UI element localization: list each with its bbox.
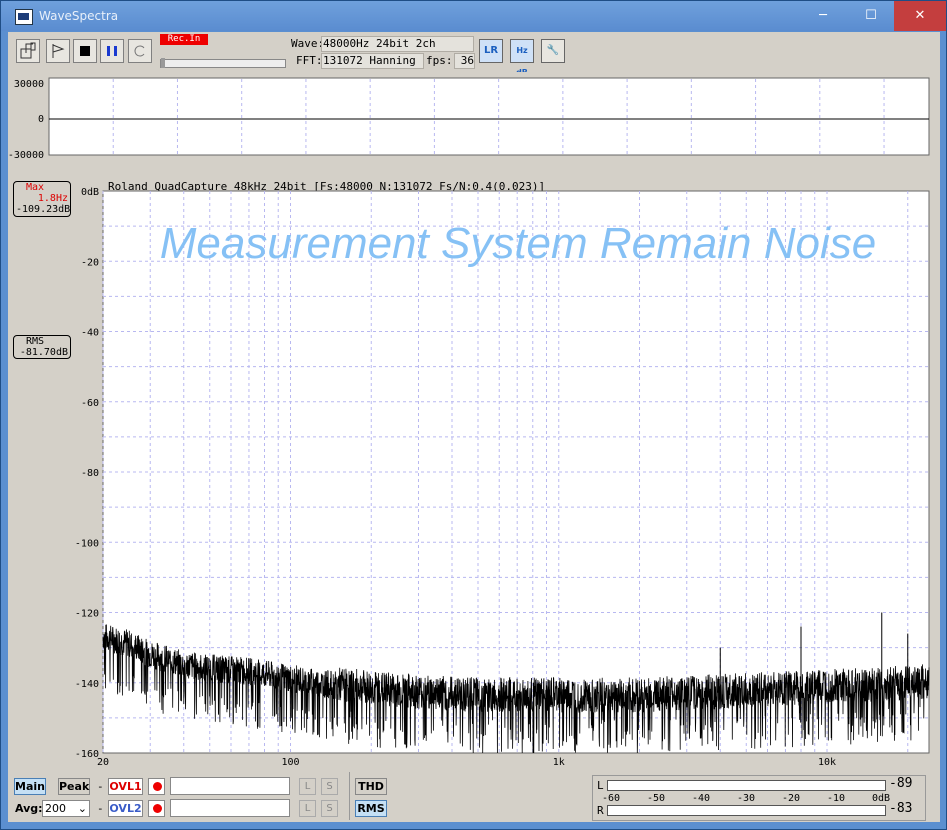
window-title: WaveSpectra bbox=[39, 9, 119, 23]
meter-scale: -60 -50 -40 -30 -20 -10 0dB bbox=[602, 793, 890, 804]
spectrum-y-tick: -100 bbox=[75, 538, 99, 549]
lr-channel-button[interactable]: LR bbox=[479, 39, 503, 63]
fps-label: fps: bbox=[426, 54, 453, 67]
record-button[interactable] bbox=[128, 39, 152, 63]
ovl1-indicator[interactable]: OVL1 bbox=[108, 778, 143, 795]
stop-icon bbox=[80, 46, 90, 56]
spectrum-x-tick: 20 bbox=[97, 757, 109, 768]
fft-label: FFT: bbox=[296, 54, 323, 67]
meter-r-value: -83 bbox=[889, 801, 913, 816]
spectrum-x-tick: 100 bbox=[281, 757, 299, 768]
pause-button[interactable] bbox=[100, 39, 124, 63]
spectrum-y-tick: -140 bbox=[75, 679, 99, 690]
open-file-icon bbox=[20, 42, 36, 59]
input-level-slider[interactable] bbox=[160, 58, 286, 68]
rec-in-indicator: Rec.In bbox=[160, 34, 208, 45]
spectrum-y-tick: -20 bbox=[81, 257, 99, 268]
close-button[interactable]: ✕ bbox=[894, 1, 946, 31]
slider-thumb[interactable] bbox=[161, 58, 165, 68]
waveform-x-tick: 120 bbox=[811, 161, 829, 162]
spectrum-x-tick: 1k bbox=[553, 757, 565, 768]
bottom-controls: Main Peak - OVL1 L S Avg: 200 ⌄ - OVL2 L … bbox=[8, 770, 940, 822]
waveform-x-unit: ms bbox=[756, 161, 768, 162]
meter-scale-tick: -60 bbox=[602, 793, 620, 804]
app-window: WaveSpectra ─ ☐ ✕ Rec.In Wave: 48000Hz 2… bbox=[0, 0, 947, 830]
wave-label: Wave: bbox=[291, 37, 325, 50]
meter-scale-tick: -50 bbox=[647, 793, 665, 804]
waveform-x-tick: 40 bbox=[300, 161, 312, 162]
dash-separator: - bbox=[97, 780, 104, 793]
app-icon[interactable] bbox=[15, 9, 33, 25]
meter-r-label: R bbox=[597, 804, 604, 817]
avg-label: Avg: bbox=[15, 802, 43, 815]
settings-button[interactable]: 🔧 bbox=[541, 39, 565, 63]
record-dot-2-icon[interactable] bbox=[148, 800, 165, 817]
comment-field-2[interactable] bbox=[170, 799, 290, 817]
waveform-x-tick: 60 bbox=[428, 161, 440, 162]
spectrum-y-tick: -60 bbox=[81, 398, 99, 409]
lr-icon: LR bbox=[483, 45, 499, 56]
stop-button[interactable] bbox=[73, 39, 97, 63]
wave-format-field: 48000Hz 24bit 2ch bbox=[321, 36, 474, 52]
waveform-y-tick: -30000 bbox=[8, 150, 44, 161]
minimize-button[interactable]: ─ bbox=[800, 1, 846, 31]
play-button[interactable] bbox=[46, 39, 70, 63]
divider bbox=[349, 772, 350, 820]
waveform-plot-area[interactable] bbox=[48, 77, 930, 156]
spectrum-y-tick: -120 bbox=[75, 609, 99, 620]
meter-scale-tick: -20 bbox=[782, 793, 800, 804]
waveform-y-tick: 30000 bbox=[14, 79, 44, 90]
s-button-2[interactable]: S bbox=[321, 800, 338, 817]
pause-icon bbox=[107, 46, 117, 56]
meter-scale-tick: -30 bbox=[737, 793, 755, 804]
loop-icon bbox=[134, 45, 145, 57]
l-button-1[interactable]: L bbox=[299, 778, 316, 795]
fps-value: 36 bbox=[454, 53, 475, 69]
dash-separator: - bbox=[97, 802, 104, 815]
open-file-button[interactable] bbox=[16, 39, 40, 63]
spectrum-y-tick: -40 bbox=[81, 328, 99, 339]
maximize-button[interactable]: ☐ bbox=[848, 1, 894, 31]
ovl2-indicator[interactable]: OVL2 bbox=[108, 800, 143, 817]
thd-button[interactable]: THD bbox=[355, 778, 387, 795]
waveform-panel: 30000 0 -30000 20 40 60 80 100 120 ms bbox=[8, 72, 940, 162]
comment-field-1[interactable] bbox=[170, 777, 290, 795]
rms-button[interactable]: RMS bbox=[355, 800, 387, 817]
avg-select[interactable]: 200 ⌄ bbox=[42, 800, 90, 817]
wrench-icon: 🔧 bbox=[546, 45, 560, 56]
meter-scale-tick: 0dB bbox=[872, 793, 890, 804]
main-button[interactable]: Main bbox=[14, 778, 46, 795]
s-button-1[interactable]: S bbox=[321, 778, 338, 795]
spectrum-chart[interactable]: 0dB -20 -40 -60 -80 -100 -120 -140 -160 20 100 1k 1… bbox=[8, 178, 940, 770]
record-dot-1-icon[interactable] bbox=[148, 778, 165, 795]
spectrum-x-tick: 10k bbox=[818, 757, 836, 768]
hz-db-button[interactable]: Hz dB bbox=[510, 39, 534, 77]
meter-l-value: -89 bbox=[889, 776, 913, 791]
title-bar[interactable]: WaveSpectra ─ ☐ ✕ bbox=[1, 1, 946, 31]
meter-scale-tick: -10 bbox=[827, 793, 845, 804]
spectrum-y-tick: 0dB bbox=[81, 187, 99, 198]
spectrum-y-tick: -80 bbox=[81, 468, 99, 479]
spectrum-y-tick: -160 bbox=[75, 749, 99, 760]
client-area: Rec.In Wave: 48000Hz 24bit 2ch FFT: 1310… bbox=[8, 32, 940, 822]
meter-r-bar bbox=[607, 805, 886, 816]
level-meter: L -89 -60 -50 -40 -30 -20 -10 0dB R -83 bbox=[592, 775, 926, 821]
peak-button[interactable]: Peak bbox=[58, 778, 90, 795]
waveform-y-tick: 0 bbox=[38, 114, 44, 125]
toolbar: Rec.In Wave: 48000Hz 24bit 2ch FFT: 1310… bbox=[8, 32, 940, 77]
fft-settings-field: 131072 Hanning bbox=[321, 53, 424, 69]
waveform-x-tick: 20 bbox=[171, 161, 183, 162]
overlay-title: Measurement System Remain Noise bbox=[160, 219, 876, 268]
avg-value: 200 bbox=[45, 802, 66, 815]
chevron-down-icon: ⌄ bbox=[77, 802, 87, 815]
meter-scale-tick: -40 bbox=[692, 793, 710, 804]
flag-icon bbox=[52, 44, 65, 58]
l-button-2[interactable]: L bbox=[299, 800, 316, 817]
waveform-x-tick: 100 bbox=[682, 161, 700, 162]
waveform-x-tick: 80 bbox=[557, 161, 569, 162]
spectrum-panel: Roland QuadCapture 48kHz 24bit [Fs:48000… bbox=[8, 178, 940, 770]
